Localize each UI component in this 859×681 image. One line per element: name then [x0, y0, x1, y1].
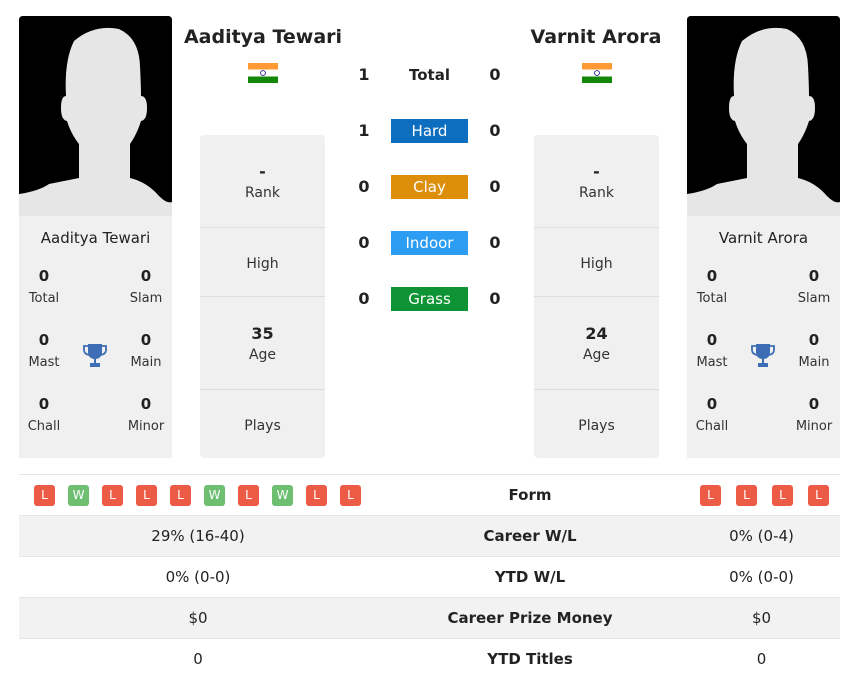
player1-info-panel: - Rank High 35 Age Plays	[200, 135, 325, 458]
india-flag-icon	[582, 63, 612, 83]
comparison-table: LWLLLWLWLL Form LLLL 29% (16-40) Career …	[19, 474, 840, 679]
player2-info-panel: - Rank High 24 Age Plays	[534, 135, 659, 458]
h2h-row-grass: 0 Grass 0	[340, 287, 520, 311]
player1-high: High	[200, 228, 325, 297]
india-flag-icon	[248, 63, 278, 83]
form-badge-win[interactable]: W	[204, 484, 225, 506]
table-row: $0 Career Prize Money $0	[19, 597, 840, 638]
player2-total-titles: 0 Total	[696, 267, 728, 306]
form-label: Form	[508, 486, 552, 504]
form-badge-loss[interactable]: L	[772, 484, 793, 506]
surface-badge-indoor: Indoor	[391, 231, 468, 255]
h2h-row-indoor: 0 Indoor 0	[340, 231, 520, 255]
form-badge-loss[interactable]: L	[808, 484, 829, 506]
player2-challenger-titles: 0 Chall	[695, 395, 729, 434]
surface-badge-grass: Grass	[391, 287, 468, 311]
player1-photo	[19, 16, 172, 216]
table-row: 0% (0-0) YTD W/L 0% (0-0)	[19, 556, 840, 597]
player2-main-titles: 0 Main	[798, 331, 830, 370]
form-badge-loss[interactable]: L	[170, 484, 191, 506]
player1-form: LWLLLWLWLL	[19, 484, 377, 506]
h2h-row-hard: 1 Hard 0	[340, 119, 520, 143]
player1-main-titles: 0 Main	[130, 331, 162, 370]
player2-name: Varnit Arora	[718, 229, 809, 247]
player2-rank: - Rank	[534, 135, 659, 228]
player2-plays: Plays	[578, 418, 615, 434]
trophy-icon	[83, 344, 107, 367]
player2-title[interactable]: Varnit Arora	[501, 26, 691, 48]
form-badge-loss[interactable]: L	[306, 484, 327, 506]
h2h-row-total: 1 Total 0	[340, 63, 520, 87]
h2h-label-total: Total	[409, 66, 450, 84]
player1-slam-titles: 0 Slam	[129, 267, 163, 306]
silhouette-icon	[687, 16, 840, 216]
form-badge-win[interactable]: W	[68, 484, 89, 506]
player2-titles-card: Varnit Arora 0 Total 0 Slam 0 Mast 0 Main 0C…	[687, 216, 840, 458]
player2-high: High	[534, 228, 659, 297]
h2h-row-clay: 0 Clay 0	[340, 175, 520, 199]
player2-age: 24 Age	[534, 297, 659, 390]
player2-minor-titles: 0 Minor	[795, 395, 833, 434]
player1-plays: Plays	[244, 418, 281, 434]
trophy-icon	[751, 344, 775, 367]
player2-photo	[687, 16, 840, 216]
player1-total-titles: 0 Total	[28, 267, 60, 306]
player1-masters-titles: 0 Mast	[28, 331, 60, 370]
form-badge-loss[interactable]: L	[340, 484, 361, 506]
player1-minor-titles: 0 Minor	[127, 395, 165, 434]
player2-masters-titles: 0 Mast	[696, 331, 728, 370]
player1-titles-card: Aaditya Tewari 0 Total 0 Slam 0 Mast 0 Main …	[19, 216, 172, 458]
surface-badge-hard: Hard	[391, 119, 468, 143]
player2-slam-titles: 0 Slam	[797, 267, 831, 306]
player1-name: Aaditya Tewari	[40, 229, 151, 247]
form-badge-loss[interactable]: L	[102, 484, 123, 506]
form-badge-loss[interactable]: L	[136, 484, 157, 506]
form-row: LWLLLWLWLL Form LLLL	[19, 474, 840, 515]
player1-rank: - Rank	[200, 135, 325, 228]
silhouette-icon	[19, 16, 172, 216]
form-badge-win[interactable]: W	[272, 484, 293, 506]
surface-badge-clay: Clay	[391, 175, 468, 199]
form-badge-loss[interactable]: L	[700, 484, 721, 506]
table-row: 0 YTD Titles 0	[19, 638, 840, 679]
table-row: 29% (16-40) Career W/L 0% (0-4)	[19, 515, 840, 556]
player1-age: 35 Age	[200, 297, 325, 390]
player1-challenger-titles: 0 Chall	[27, 395, 61, 434]
form-badge-loss[interactable]: L	[736, 484, 757, 506]
player2-form: LLLL	[683, 484, 840, 506]
form-badge-loss[interactable]: L	[238, 484, 259, 506]
player1-title[interactable]: Aaditya Tewari	[168, 26, 358, 48]
form-badge-loss[interactable]: L	[34, 484, 55, 506]
